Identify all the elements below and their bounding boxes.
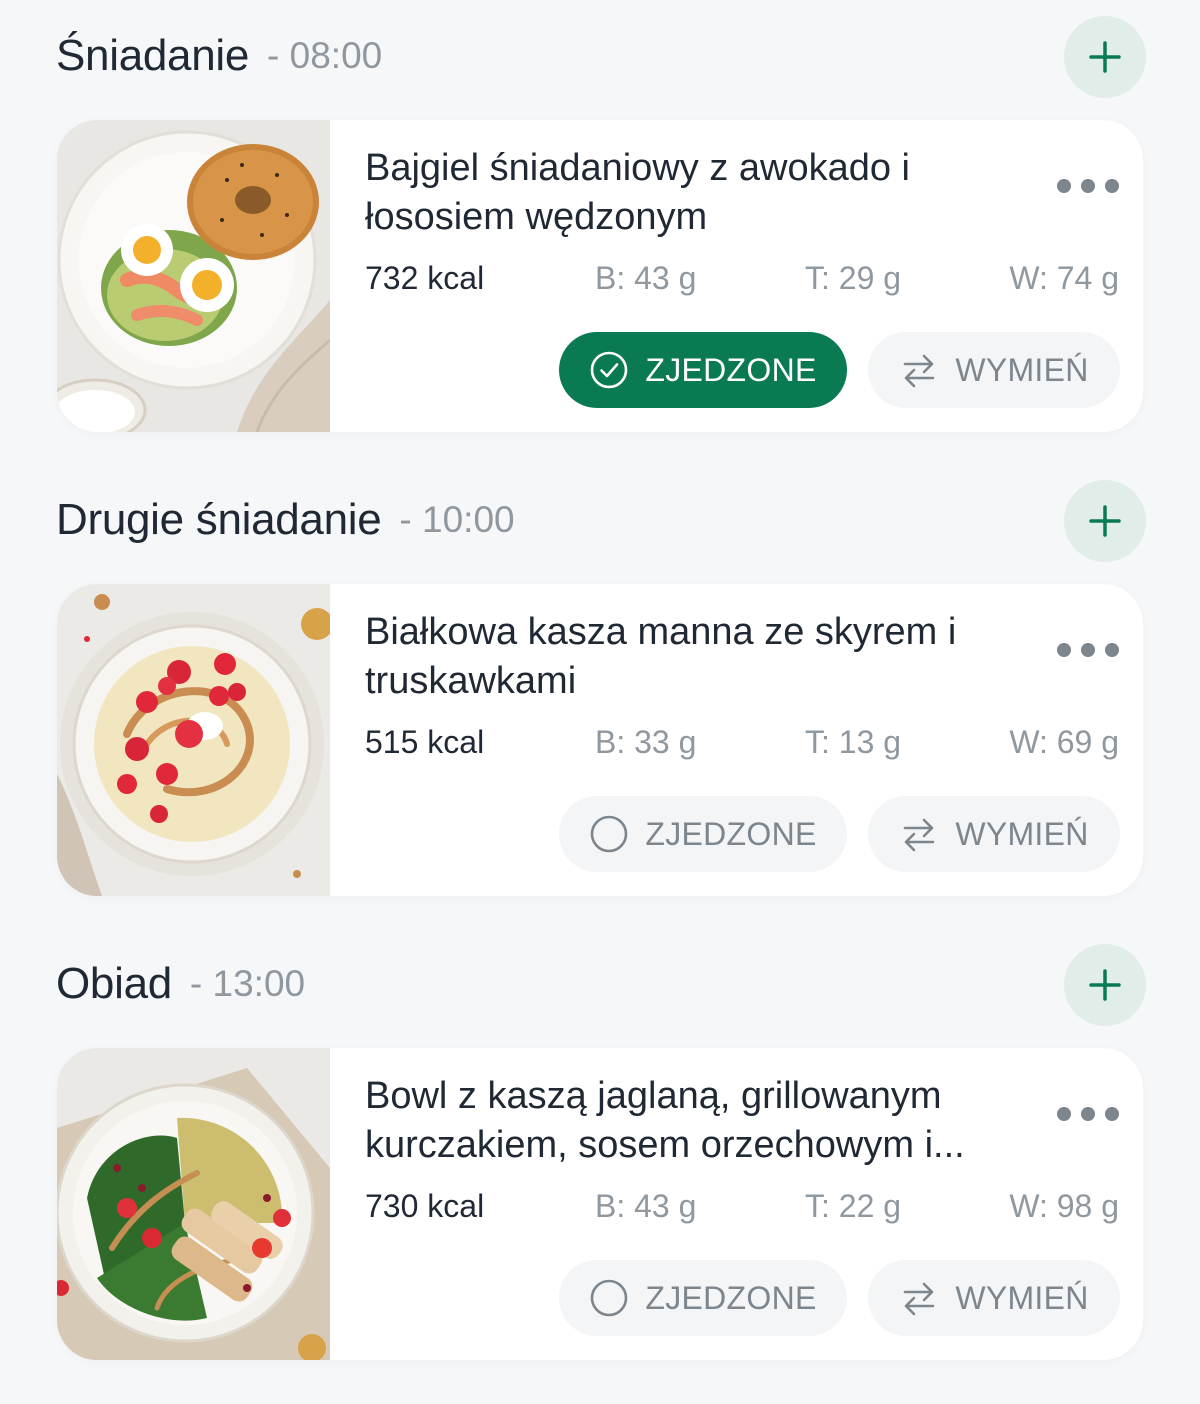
meal-photo xyxy=(57,120,330,432)
swap-button[interactable]: WYMIEŃ xyxy=(868,796,1120,872)
protein: B: 33 g xyxy=(595,724,697,760)
empty-circle-icon xyxy=(591,815,628,853)
swap-button[interactable]: WYMIEŃ xyxy=(868,1260,1120,1336)
macros-row: 730 kcal B: 43 g T: 22 g W: 98 g xyxy=(365,1184,1119,1228)
add-meal-button[interactable] xyxy=(1064,944,1146,1026)
meal-time: - 08:00 xyxy=(267,35,383,76)
carbs: W: 74 g xyxy=(1009,260,1119,296)
fat: T: 29 g xyxy=(805,260,902,296)
meal-card[interactable]: Białkowa kasza manna ze skyrem i truskaw… xyxy=(57,584,1143,896)
swap-label: WYMIEŃ xyxy=(955,815,1089,852)
more-options-button[interactable] xyxy=(1057,1100,1119,1128)
eaten-label: ZJEDZONE xyxy=(645,351,817,388)
swap-arrows-icon xyxy=(904,354,935,388)
macros-row: 732 kcal B: 43 g T: 29 g W: 74 g xyxy=(365,256,1119,300)
protein: B: 43 g xyxy=(595,260,697,296)
carbs: W: 98 g xyxy=(1009,1188,1119,1224)
eaten-button[interactable]: ZJEDZONE xyxy=(559,332,847,408)
meal-card[interactable]: Bowl z kaszą jaglaną, grillowanym kurcza… xyxy=(57,1048,1143,1360)
calories: 732 kcal xyxy=(365,260,485,296)
plus-icon xyxy=(1089,969,1121,1001)
meal-name: Obiad xyxy=(56,959,172,1008)
swap-label: WYMIEŃ xyxy=(955,1279,1089,1316)
eaten-button[interactable]: ZJEDZONE xyxy=(559,1260,847,1336)
more-options-button[interactable] xyxy=(1057,172,1119,200)
meal-photo xyxy=(57,1048,330,1360)
plus-icon xyxy=(1089,505,1121,537)
swap-arrows-icon xyxy=(904,1282,935,1316)
plus-icon xyxy=(1089,41,1121,73)
more-dots-icon xyxy=(1057,179,1071,193)
calories: 730 kcal xyxy=(365,1188,485,1224)
meal-header: Obiad - 13:00 xyxy=(56,942,1146,1026)
more-dots-icon xyxy=(1057,1107,1071,1121)
protein: B: 43 g xyxy=(595,1188,697,1224)
eaten-button[interactable]: ZJEDZONE xyxy=(559,796,847,872)
swap-arrows-icon xyxy=(904,818,935,852)
eaten-label: ZJEDZONE xyxy=(645,815,817,852)
eaten-label: ZJEDZONE xyxy=(645,1279,817,1316)
fat: T: 22 g xyxy=(805,1188,902,1224)
meal-header: Śniadanie - 08:00 xyxy=(56,14,1146,98)
swap-button[interactable]: WYMIEŃ xyxy=(868,332,1120,408)
meal-header: Drugie śniadanie - 10:00 xyxy=(56,478,1146,562)
check-circle-icon xyxy=(591,351,628,389)
meal-photo xyxy=(57,584,330,896)
meal-name: Drugie śniadanie xyxy=(56,495,382,544)
meal-title[interactable]: Bowl z kaszą jaglaną, grillowanym kurcza… xyxy=(365,1072,1025,1170)
carbs: W: 69 g xyxy=(1009,724,1119,760)
meal-title[interactable]: Białkowa kasza manna ze skyrem i truskaw… xyxy=(365,608,1025,706)
meal-card[interactable]: Bajgiel śniadaniowy z awokado i łososiem… xyxy=(57,120,1143,432)
meal-name: Śniadanie xyxy=(56,31,250,80)
empty-circle-icon xyxy=(591,1279,628,1317)
add-meal-button[interactable] xyxy=(1064,480,1146,562)
fat: T: 13 g xyxy=(805,724,902,760)
meal-time: - 13:00 xyxy=(189,963,306,1004)
calories: 515 kcal xyxy=(365,724,485,760)
more-options-button[interactable] xyxy=(1057,636,1119,664)
macros-row: 515 kcal B: 33 g T: 13 g W: 69 g xyxy=(365,720,1119,764)
meal-title[interactable]: Bajgiel śniadaniowy z awokado i łososiem… xyxy=(365,144,1025,242)
more-dots-icon xyxy=(1057,643,1071,657)
add-meal-button[interactable] xyxy=(1064,16,1146,98)
meal-time: - 10:00 xyxy=(399,499,515,540)
swap-label: WYMIEŃ xyxy=(955,351,1089,388)
